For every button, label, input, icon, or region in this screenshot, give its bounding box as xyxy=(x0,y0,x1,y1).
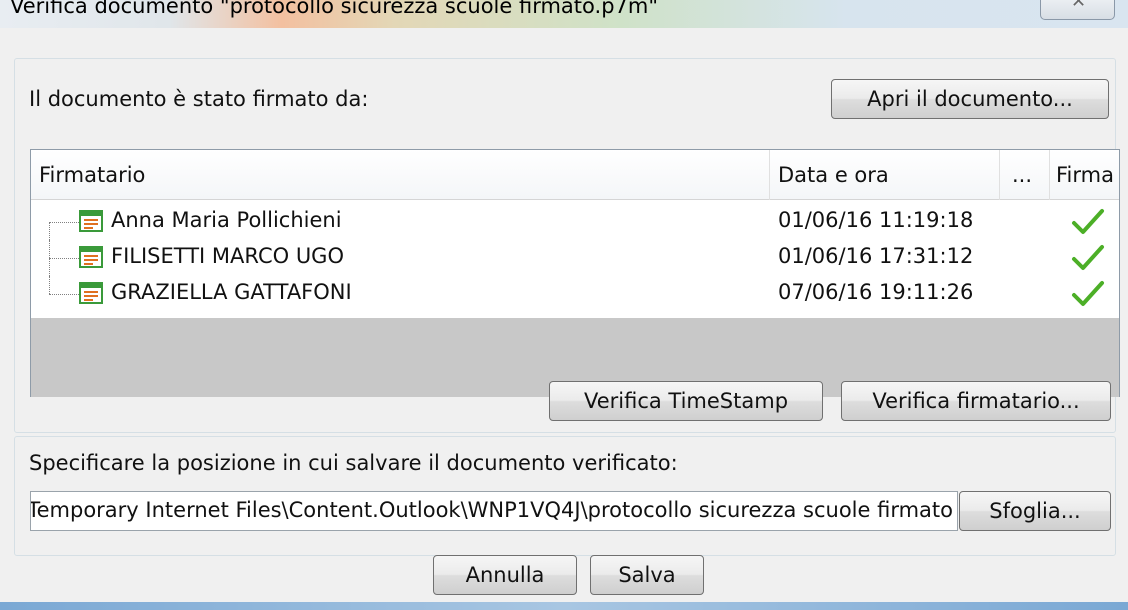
save-path-input[interactable]: Temporary Internet Files\Content.Outlook… xyxy=(30,491,958,531)
check-icon xyxy=(1072,281,1104,306)
signers-group: Il documento è stato firmato da: Apri il… xyxy=(14,58,1120,433)
signers-table[interactable]: Firmatario Data e ora ... Firma Anna Mar… xyxy=(30,149,1120,397)
verify-signer-button[interactable]: Verifica firmatario... xyxy=(841,381,1111,421)
table-rows: Anna Maria Pollichieni 01/06/16 11:19:18 xyxy=(31,200,1119,318)
signature-date: 07/06/16 19:11:26 xyxy=(778,280,974,304)
column-header-firmatario[interactable]: Firmatario xyxy=(31,150,770,200)
close-button[interactable]: ✕ xyxy=(1040,0,1115,20)
signature-date: 01/06/16 17:31:12 xyxy=(778,244,974,268)
verify-timestamp-button[interactable]: Verifica TimeStamp xyxy=(549,381,823,421)
table-row[interactable]: FILISETTI MARCO UGO 01/06/16 17:31:12 xyxy=(31,240,1119,276)
open-document-button[interactable]: Apri il documento... xyxy=(831,79,1109,119)
check-icon xyxy=(1072,245,1104,270)
window-title: Verifica documento "protocollo sicurezza… xyxy=(10,0,658,18)
close-icon: ✕ xyxy=(1071,0,1087,12)
signer-name: GRAZIELLA GATTAFONI xyxy=(111,280,352,304)
save-location-heading: Specificare la posizione in cui salvare … xyxy=(29,451,678,475)
dialog-body: Il documento è stato firmato da: Apri il… xyxy=(0,28,1128,602)
check-icon xyxy=(1072,209,1104,234)
browse-button[interactable]: Sfoglia... xyxy=(959,491,1111,531)
signer-name: Anna Maria Pollichieni xyxy=(111,208,342,232)
column-header-firma[interactable]: Firma xyxy=(1050,150,1120,200)
certificate-icon xyxy=(79,282,103,304)
cancel-button[interactable]: Annulla xyxy=(433,555,577,595)
save-location-group: Specificare la posizione in cui salvare … xyxy=(14,436,1116,556)
window-bottom-border xyxy=(0,602,1128,610)
certificate-icon xyxy=(79,210,103,232)
certificate-icon xyxy=(79,246,103,268)
save-path-value: Temporary Internet Files\Content.Outlook… xyxy=(30,498,953,522)
tree-connector xyxy=(49,204,79,240)
column-header-data-e-ora[interactable]: Data e ora xyxy=(770,150,1000,200)
tree-connector xyxy=(49,276,79,312)
table-row[interactable]: Anna Maria Pollichieni 01/06/16 11:19:18 xyxy=(31,204,1119,240)
save-button[interactable]: Salva xyxy=(590,555,704,595)
table-header: Firmatario Data e ora ... Firma xyxy=(31,150,1119,200)
table-row[interactable]: GRAZIELLA GATTAFONI 07/06/16 19:11:26 xyxy=(31,276,1119,312)
signature-date: 01/06/16 11:19:18 xyxy=(778,208,974,232)
tree-connector xyxy=(49,240,79,276)
signers-heading: Il documento è stato firmato da: xyxy=(29,87,369,111)
title-bar: Verifica documento "protocollo sicurezza… xyxy=(0,0,1128,28)
column-header-more[interactable]: ... xyxy=(1000,150,1050,200)
signer-name: FILISETTI MARCO UGO xyxy=(111,244,344,268)
